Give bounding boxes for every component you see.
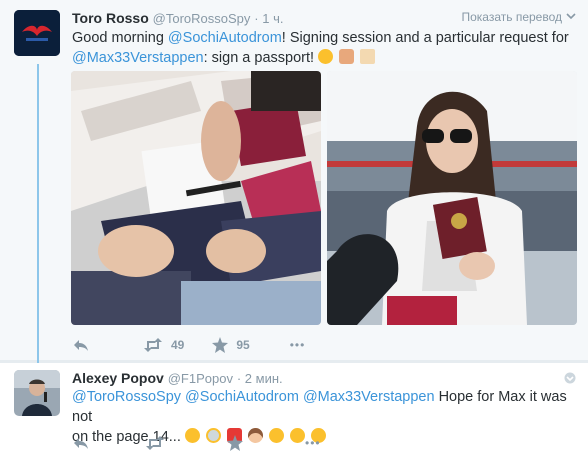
more-button[interactable]: •••: [290, 338, 306, 352]
more-button[interactable]: •••: [305, 436, 321, 450]
user-handle[interactable]: @F1Popov: [168, 371, 233, 386]
caret-down-icon[interactable]: [566, 11, 576, 21]
mention-link[interactable]: @SochiAutodrom: [185, 389, 299, 405]
like-icon: [227, 435, 243, 451]
avatar-alexey-popov[interactable]: [14, 370, 60, 416]
mention-link[interactable]: @SochiAutodrom: [168, 30, 282, 46]
more-icon: •••: [289, 338, 306, 352]
like-button[interactable]: [227, 435, 243, 451]
tweet-actions: 49 95 •••: [73, 337, 335, 353]
like-count: 95: [236, 338, 250, 352]
display-name[interactable]: Alexey Popov: [72, 370, 164, 386]
text-segment: ! Signing session and a particular reque…: [281, 30, 569, 46]
mention-link[interactable]: @Max33Verstappen: [72, 50, 204, 66]
tweet-actions: •••: [73, 435, 351, 451]
text-segment: Good morning: [72, 30, 168, 46]
skin-tone-icon: [360, 49, 376, 64]
text-segment: : sign a passport!: [203, 50, 319, 66]
caret-down-icon[interactable]: [564, 372, 576, 384]
tweet-toro-rosso[interactable]: Toro Rosso @ToroRossoSpy · 1 ч. Показать…: [0, 0, 588, 360]
retweet-count: 49: [171, 338, 185, 352]
mention-link[interactable]: @Max33Verstappen: [303, 389, 435, 405]
more-icon: •••: [305, 436, 321, 450]
like-icon: [212, 337, 229, 353]
tweet-alexey-popov[interactable]: Alexey Popov @F1Popov · 2 мин. @ToroRoss…: [0, 363, 588, 464]
user-handle[interactable]: @ToroRossoSpy: [153, 11, 251, 26]
retweet-icon: [146, 436, 164, 450]
reply-button[interactable]: [73, 338, 89, 352]
thread-connector: [37, 64, 39, 372]
translate-link[interactable]: Показать перевод: [461, 10, 562, 24]
tweet-photo-passport[interactable]: [327, 71, 577, 325]
tears-of-joy-emoji-icon: [318, 49, 334, 64]
tweet-header: Toro Rosso @ToroRossoSpy · 1 ч.: [72, 10, 283, 26]
display-name[interactable]: Toro Rosso: [72, 10, 149, 26]
tweet-photo-signing[interactable]: [71, 71, 321, 325]
reply-icon: [74, 340, 88, 351]
tweet-header: Alexey Popov @F1Popov · 2 мин.: [72, 370, 283, 386]
reply-icon: [74, 438, 88, 449]
thumbs-icon: [339, 49, 355, 64]
toro-rosso-logo-icon: [14, 10, 60, 56]
tweet-text: Good morning @SochiAutodrom! Signing ses…: [72, 28, 572, 68]
reply-button[interactable]: [73, 436, 89, 450]
person-avatar-icon: [14, 370, 60, 416]
like-button[interactable]: 95: [212, 337, 250, 353]
timestamp[interactable]: · 1 ч.: [254, 11, 283, 26]
retweet-button[interactable]: [145, 436, 165, 450]
mention-link[interactable]: @ToroRossoSpy: [72, 389, 181, 405]
timestamp[interactable]: · 2 мин.: [237, 371, 283, 386]
retweet-icon: [144, 338, 162, 352]
avatar-toro-rosso[interactable]: [14, 10, 60, 56]
retweet-button[interactable]: 49: [143, 338, 184, 352]
